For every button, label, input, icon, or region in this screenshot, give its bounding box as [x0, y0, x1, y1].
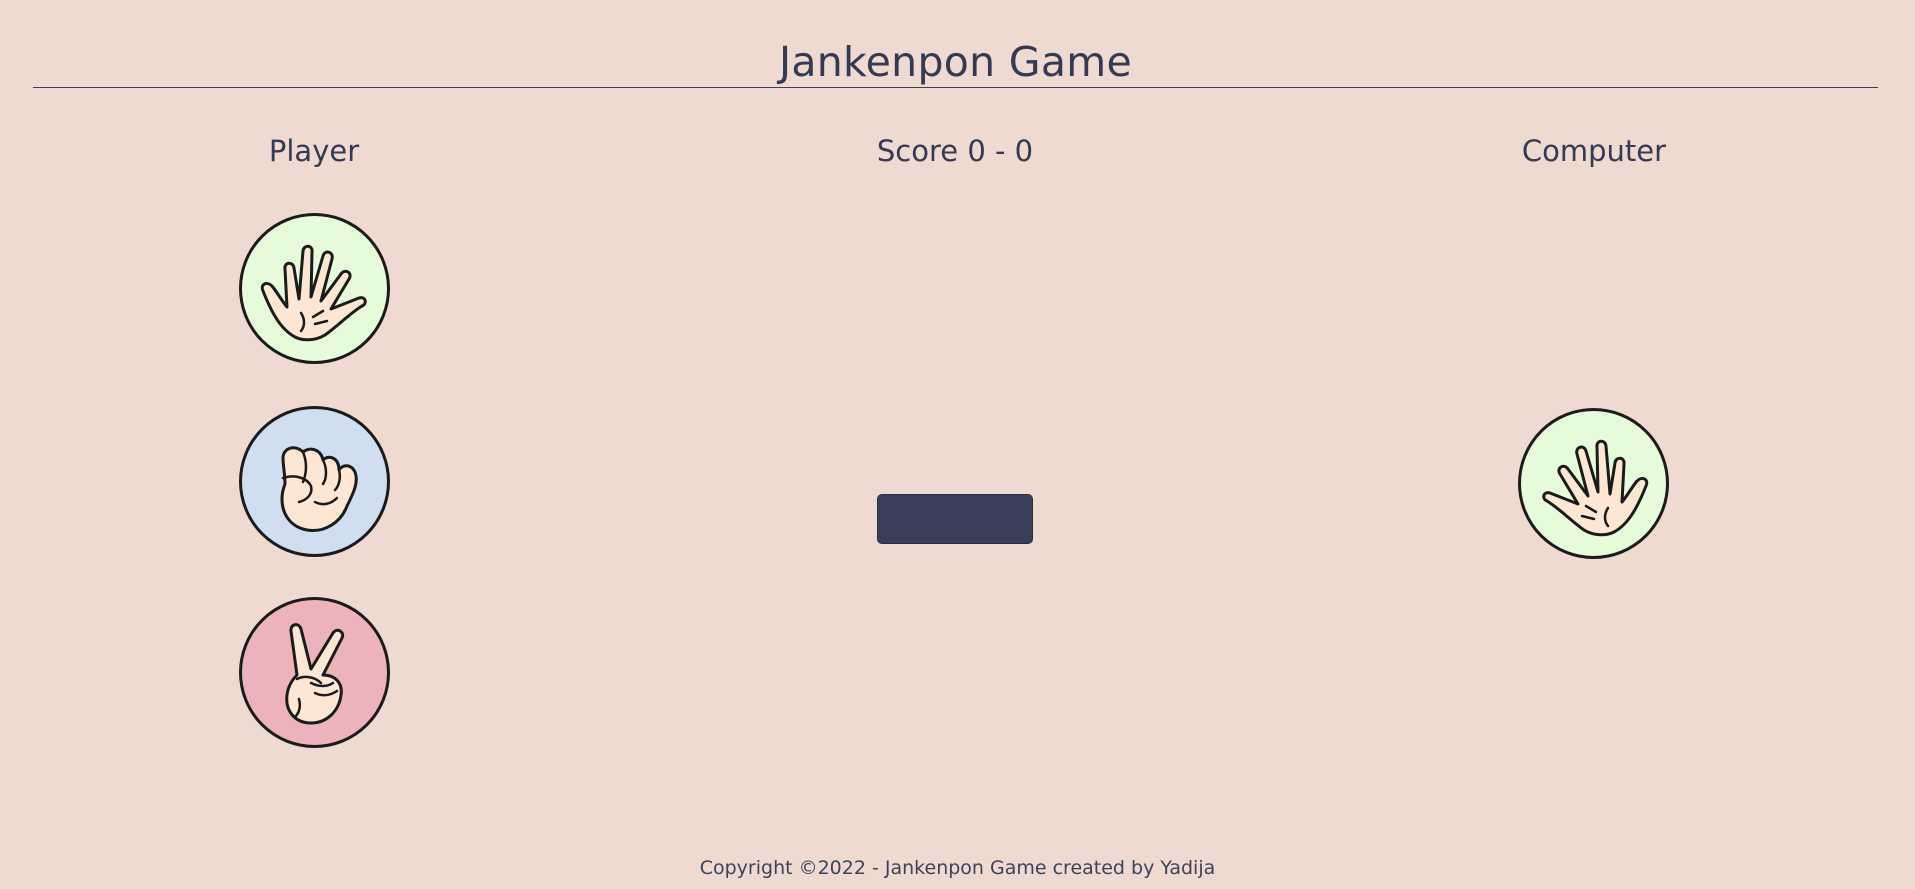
open-hand-icon [1541, 439, 1648, 536]
scissors-choice-button[interactable] [239, 597, 390, 748]
peace-hand-icon [284, 622, 344, 724]
rock-choice-button[interactable] [239, 406, 390, 557]
fist-icon [280, 445, 358, 532]
score-display: Score 0 - 0 [876, 134, 1034, 168]
paper-choice-button[interactable] [239, 213, 390, 364]
footer-copyright: Copyright ©2022 - Jankenpon Game created… [699, 857, 1216, 879]
player-heading: Player [268, 134, 360, 168]
open-hand-icon [260, 244, 367, 341]
header: Jankenpon Game [33, 0, 1878, 88]
computer-heading: Computer [1521, 134, 1667, 168]
computer-choice-display [1518, 408, 1669, 559]
page-title: Jankenpon Game [778, 38, 1133, 86]
play-button[interactable] [877, 494, 1033, 544]
